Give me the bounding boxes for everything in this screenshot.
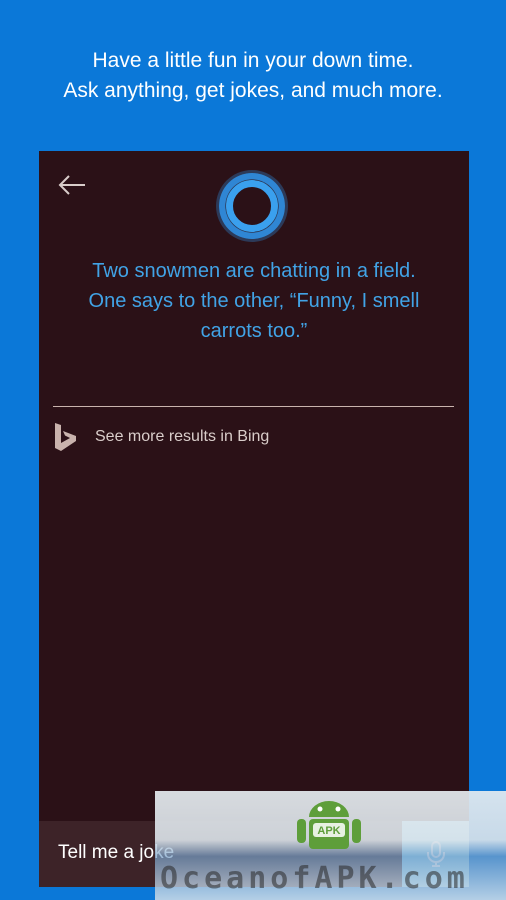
cortana-response: Two snowmen are chatting in a field. One… (59, 256, 449, 346)
watermark-badge: APK (317, 825, 340, 837)
response-line-1: Two snowmen are chatting in a field. (92, 260, 416, 282)
bing-results-link[interactable]: See more results in Bing (53, 421, 269, 453)
promo-line-1: Have a little fun in your down time. (92, 49, 414, 72)
cortana-screen: Two snowmen are chatting in a field. One… (39, 151, 469, 887)
response-line-2: One says to the other, “Funny, I smell (88, 290, 420, 312)
watermark-text: OceanofAPK.com (160, 861, 469, 896)
android-icon: APK (297, 801, 361, 849)
cortana-ring (226, 180, 278, 232)
back-button[interactable] (57, 171, 87, 199)
bing-icon (55, 423, 76, 451)
cortana-icon (219, 173, 285, 239)
promo-caption: Have a little fun in your down time. Ask… (0, 46, 506, 106)
divider (53, 406, 454, 407)
response-line-3: carrots too.” (200, 320, 308, 342)
back-arrow-icon (58, 175, 85, 195)
promo-line-2: Ask anything, get jokes, and much more. (63, 79, 443, 102)
bing-link-label: See more results in Bing (95, 428, 270, 445)
